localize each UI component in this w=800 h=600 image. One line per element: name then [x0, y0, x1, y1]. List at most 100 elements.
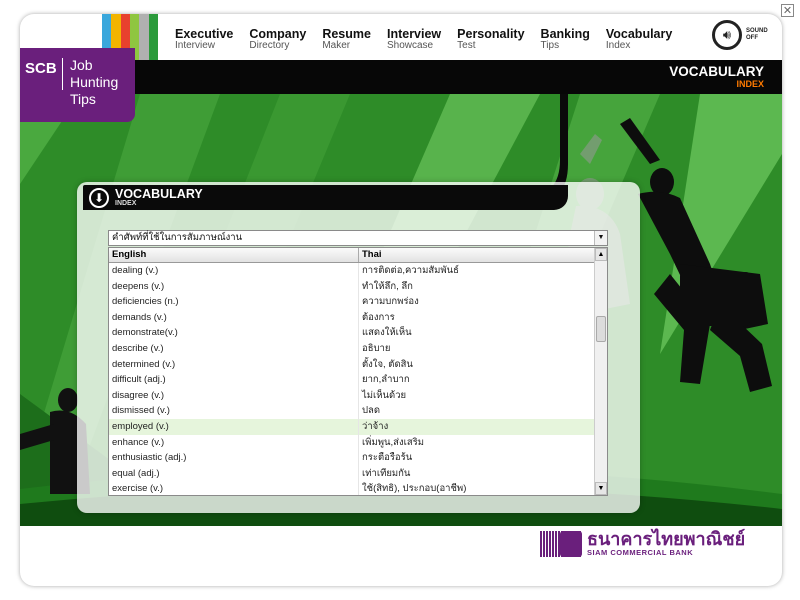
window-close-button[interactable]: ✕: [781, 4, 794, 17]
nav-title: Company: [249, 27, 307, 41]
thai-cell: ปลด: [362, 405, 381, 417]
top-navigation: Executive Interview Company Directory Re…: [175, 28, 672, 52]
thai-cell: ทำให้ลึก, ลึก: [362, 280, 413, 292]
english-cell: enhance (v.): [109, 434, 359, 451]
sound-line1: SOUND: [746, 28, 768, 34]
nav-subtitle: Showcase: [386, 40, 434, 51]
table-row[interactable]: deficiencies (n.) ความบกพร่อง: [109, 294, 607, 310]
nav-subtitle: Interview: [175, 40, 216, 51]
scroll-up-arrow-icon[interactable]: ▲: [595, 248, 607, 261]
logo-line2: Hunting: [70, 74, 119, 90]
sound-label: SOUND OFF: [746, 28, 768, 42]
english-cell: determined (v.): [109, 356, 359, 373]
english-cell: difficult (adj.): [109, 372, 359, 388]
thai-cell: การติดต่อ,ความสัมพันธ์: [362, 265, 459, 276]
table-row[interactable]: disagree (v.) ไม่เห็นด้วย: [109, 387, 607, 404]
english-cell: deficiencies (n.): [109, 294, 359, 310]
header-title-main: VOCABULARY: [669, 64, 764, 79]
nav-interview-showcase[interactable]: Interview Showcase: [387, 28, 441, 52]
nav-vocabulary-index[interactable]: Vocabulary Index: [606, 28, 672, 52]
thai-cell: เพิ่มพูน,ส่งเสริม: [362, 436, 425, 448]
table-row[interactable]: enhance (v.) เพิ่มพูน,ส่งเสริม: [109, 434, 607, 451]
sound-line2: OFF: [746, 35, 758, 41]
thai-cell: แสดงให้เห็น: [362, 327, 412, 339]
nav-company-directory[interactable]: Company Directory: [249, 28, 306, 52]
thai-cell: ยาก,ลำบาก: [362, 374, 410, 386]
app-frame: Executive Interview Company Directory Re…: [20, 14, 782, 586]
english-cell: employed (v.): [109, 418, 359, 435]
bank-name: ธนาคารไทยพาณิชย์ SIAM COMMERCIAL BANK: [587, 530, 745, 557]
table-row[interactable]: demonstrate(v.) แสดงให้เห็น: [109, 325, 607, 341]
table-row-selected[interactable]: employed (v.) ว่าจ้าง: [109, 418, 607, 435]
thai-cell: อธิบาย: [362, 342, 391, 354]
english-cell: disagree (v.): [109, 387, 359, 404]
category-dropdown[interactable]: คำศัพท์ที่ใช้ในการสัมภาษณ์งาน ▼: [108, 230, 608, 246]
english-cell: dealing (v.): [109, 263, 359, 279]
logo-line1: Job: [70, 57, 93, 73]
table-body: dealing (v.) การติดต่อ,ความสัมพันธ์ deepe…: [109, 263, 607, 495]
table-row[interactable]: exercise (v.) ใช้(สิทธิ), ประกอบ(อาชีพ): [109, 481, 607, 495]
english-cell: enthusiastic (adj.): [109, 450, 359, 466]
scroll-thumb[interactable]: [596, 316, 606, 342]
header-title-sub: INDEX: [736, 79, 764, 89]
nav-title: Interview: [386, 27, 442, 41]
nav-executive-interview[interactable]: Executive Interview: [175, 28, 233, 52]
nav-title: Executive: [175, 27, 234, 41]
english-cell: exercise (v.): [109, 481, 359, 495]
table-row[interactable]: demands (v.) ต้องการ: [109, 309, 607, 326]
panel-subtitle: INDEX: [115, 200, 137, 207]
table-row[interactable]: enthusiastic (adj.) กระตือรือร้น: [109, 450, 607, 466]
logo-brand: SCB: [25, 60, 57, 77]
dropdown-arrow-icon[interactable]: ▼: [594, 231, 607, 245]
english-cell: equal (adj.): [109, 465, 359, 482]
table-row[interactable]: describe (v.) อธิบาย: [109, 340, 607, 357]
logo-divider: [62, 58, 63, 90]
siam-commercial-bank-logo: ธนาคารไทยพาณิชย์ SIAM COMMERCIAL BANK: [540, 530, 745, 557]
nav-title: Resume: [322, 27, 371, 41]
dropdown-value: คำศัพท์ที่ใช้ในการสัมภาษณ์งาน: [112, 232, 243, 243]
thai-cell: ตั้งใจ, ตัดสิน: [362, 358, 413, 370]
speaker-icon: 🔊︎: [712, 20, 742, 50]
nav-resume-maker[interactable]: Resume Maker: [322, 28, 371, 52]
panel-title: VOCABULARY: [115, 187, 203, 201]
thai-cell: ว่าจ้าง: [362, 420, 389, 432]
thai-cell: ความบกพร่อง: [362, 296, 419, 308]
column-header-english[interactable]: English: [109, 248, 359, 262]
nav-personality-test[interactable]: Personality Test: [457, 28, 524, 52]
english-cell: demonstrate(v.): [109, 325, 359, 341]
logo-text: Job Hunting Tips: [70, 57, 118, 108]
bank-name-thai: ธนาคารไทยพาณิชย์: [587, 529, 746, 549]
scb-job-hunting-tips-logo[interactable]: SCB Job Hunting Tips: [20, 48, 135, 122]
column-header-thai[interactable]: Thai: [359, 248, 595, 262]
english-cell: dismissed (v.): [109, 403, 359, 419]
logo-line3: Tips: [70, 91, 96, 107]
nav-subtitle: Test: [457, 40, 476, 51]
scb-emblem-icon: [540, 530, 582, 557]
thai-cell: ต้องการ: [362, 311, 395, 323]
english-cell: describe (v.): [109, 340, 359, 357]
nav-subtitle: Maker: [322, 40, 351, 51]
thai-cell: ไม่เห็นด้วย: [362, 389, 407, 401]
vocabulary-table: English Thai dealing (v.) การติดต่อ,ความส…: [108, 247, 608, 496]
table-row[interactable]: dismissed (v.) ปลด: [109, 403, 607, 419]
table-row[interactable]: deepens (v.) ทำให้ลึก, ลึก: [109, 278, 607, 295]
nav-title: Banking: [540, 27, 590, 41]
table-row[interactable]: dealing (v.) การติดต่อ,ความสัมพันธ์: [109, 263, 607, 279]
table-header: English Thai: [109, 248, 607, 263]
bank-name-english: SIAM COMMERCIAL BANK: [587, 548, 694, 557]
english-cell: demands (v.): [109, 309, 359, 326]
table-row[interactable]: determined (v.) ตั้งใจ, ตัดสิน: [109, 356, 607, 373]
scroll-down-arrow-icon[interactable]: ▼: [595, 482, 607, 495]
download-arrow-icon: ⬇: [89, 188, 109, 208]
table-row[interactable]: difficult (adj.) ยาก,ลำบาก: [109, 372, 607, 388]
vocabulary-panel: ⬇ VOCABULARY INDEX คำศัพท์ที่ใช้ในการสัม…: [77, 182, 640, 513]
table-row[interactable]: equal (adj.) เท่าเทียมกัน: [109, 465, 607, 482]
nav-subtitle: Directory: [249, 40, 290, 51]
nav-title: Personality: [457, 27, 525, 41]
sound-toggle[interactable]: 🔊︎ SOUND OFF: [712, 20, 768, 50]
nav-subtitle: Tips: [540, 40, 560, 51]
nav-title: Vocabulary: [605, 27, 673, 41]
nav-banking-tips[interactable]: Banking Tips: [541, 28, 590, 52]
table-scrollbar[interactable]: ▲ ▼: [594, 248, 607, 495]
header-title: VOCABULARY INDEX: [669, 65, 764, 91]
